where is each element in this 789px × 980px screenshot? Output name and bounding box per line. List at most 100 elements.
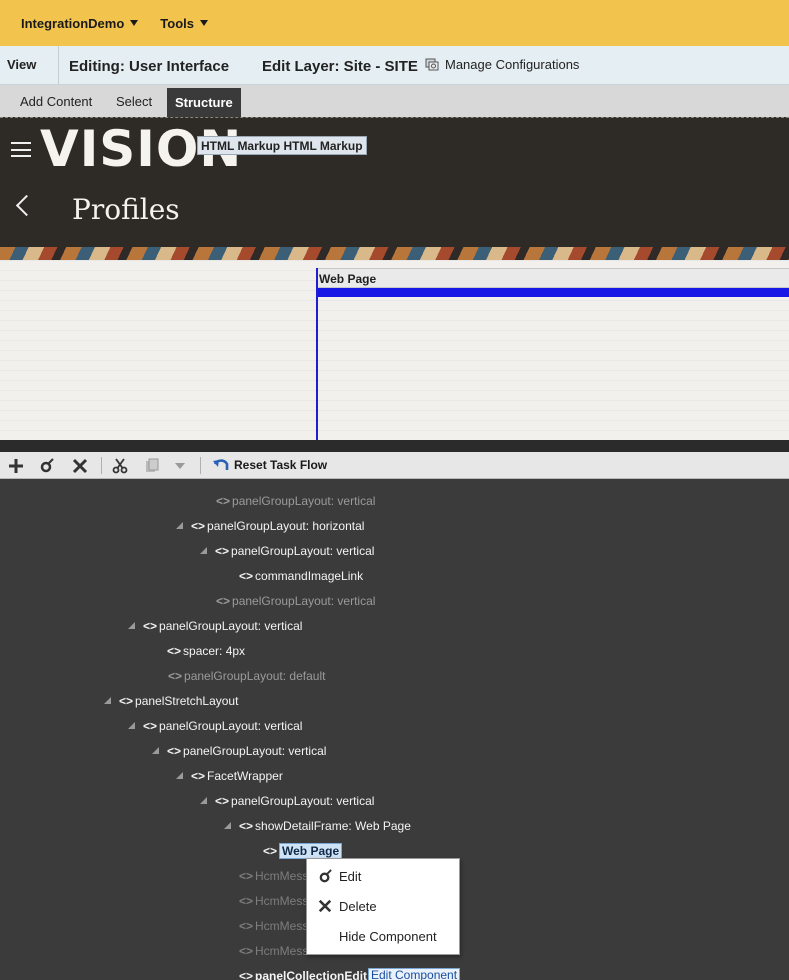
tree-node[interactable]: <> FacetWrapper (191, 766, 283, 786)
tree-node[interactable]: <> HcmMess (239, 941, 308, 961)
hidden-tag-icon: <> (216, 494, 231, 508)
back-chevron-icon[interactable] (15, 194, 38, 217)
tree-node[interactable]: <> panelGroupLayout: default (168, 666, 325, 686)
tab-select[interactable]: Select (116, 94, 152, 109)
expand-triangle-icon[interactable] (128, 622, 135, 629)
tree-node-label: panelGroupLayout: vertical (159, 619, 303, 633)
context-menu-hide-component[interactable]: Hide Component (307, 922, 459, 950)
add-icon[interactable] (7, 457, 25, 475)
edit-properties-icon[interactable] (38, 457, 56, 475)
tree-node[interactable]: <> panelStretchLayout (119, 691, 238, 711)
tree-node[interactable]: <> panelGroupLayout: vertical (143, 616, 302, 636)
reset-task-flow-button[interactable]: Reset Task Flow (213, 458, 327, 472)
context-menu-label: Edit (339, 868, 362, 884)
tag-icon: <> (239, 919, 254, 933)
context-menu-delete[interactable]: Delete (307, 892, 459, 920)
web-page-frame[interactable]: Web Page (316, 268, 789, 440)
expand-triangle-icon[interactable] (200, 547, 207, 554)
tree-node[interactable]: <> commandImageLink (239, 566, 363, 586)
site-header: VISION HTML Markup HTML Markup Profiles (0, 117, 789, 247)
tree-node[interactable]: <> showDetailFrame: Web Page (239, 816, 411, 836)
menu-tools[interactable]: Tools (160, 16, 208, 31)
menu-label: Tools (160, 15, 194, 31)
tree-node-label: panelGroupLayout: vertical (183, 744, 327, 758)
tag-icon: <> (239, 969, 254, 980)
tree-node[interactable]: <> panelGroupLayout: vertical (143, 716, 302, 736)
tree-node[interactable]: <> panelGroupLayout: vertical (167, 741, 326, 761)
tag-icon: <> (167, 644, 182, 658)
caret-down-icon (200, 20, 208, 26)
tag-icon: <> (167, 744, 182, 758)
tree-node-label: panelGroupLayout: vertical (231, 794, 375, 808)
delete-icon (317, 898, 333, 914)
tree-node-label: panelGroupLayout: vertical (159, 719, 303, 733)
edit-component-link[interactable]: Edit Component (368, 968, 461, 980)
caret-down-icon (130, 20, 139, 26)
menu-integrationdemo[interactable]: IntegrationDemo (21, 15, 139, 31)
tag-icon: <> (239, 894, 254, 908)
tree-node[interactable]: <> panelGroupLayout: vertical (215, 541, 374, 561)
tree-node[interactable]: <> panelGroupLayout: vertical (215, 791, 374, 811)
expand-triangle-icon[interactable] (104, 697, 111, 704)
hidden-tag-icon: <> (168, 669, 183, 683)
page-preview: Web Page (0, 260, 789, 440)
tree-node-label: HcmMess (255, 894, 309, 908)
tag-icon: <> (119, 694, 134, 708)
expand-triangle-icon[interactable] (176, 522, 183, 529)
cut-icon[interactable] (111, 457, 129, 475)
tree-node[interactable]: <> HcmMess (239, 866, 308, 886)
paste-icon[interactable] (143, 457, 161, 475)
divider (58, 46, 59, 85)
expand-triangle-icon[interactable] (152, 747, 159, 754)
manage-label: Manage Configurations (445, 57, 580, 72)
context-menu-edit[interactable]: Edit (307, 862, 459, 890)
view-menu[interactable]: View (7, 57, 36, 72)
edit-properties-icon (317, 868, 333, 884)
expand-triangle-icon[interactable] (200, 797, 207, 804)
tree-node[interactable]: <> HcmMess (239, 916, 308, 936)
paste-options-dropdown-icon[interactable] (171, 457, 189, 475)
tree-node[interactable]: <> spacer: 4px (167, 641, 245, 661)
tree-node-label: panelStretchLayout (135, 694, 239, 708)
tag-icon: <> (263, 844, 278, 858)
tree-node-label: panelGroupLayout: vertical (232, 494, 376, 508)
menu-label: IntegrationDemo (21, 15, 125, 31)
tree-node-label: spacer: 4px (183, 644, 246, 658)
delete-icon[interactable] (71, 457, 89, 475)
tree-node[interactable]: <> panelCollectionEdit (239, 966, 367, 980)
tag-icon: <> (239, 869, 254, 883)
expand-triangle-icon[interactable] (128, 722, 135, 729)
tag-icon: <> (143, 619, 158, 633)
editing-title: Editing: User Interface (69, 58, 230, 75)
tag-icon: <> (239, 819, 254, 833)
hamburger-menu-icon[interactable] (11, 142, 31, 157)
expand-triangle-icon[interactable] (224, 822, 231, 829)
configurations-icon (425, 58, 439, 70)
tree-node[interactable]: <> panelGroupLayout: horizontal (191, 516, 364, 536)
tree-node-label: HcmMess (255, 919, 309, 933)
tree-node[interactable]: <> HcmMess (239, 891, 308, 911)
tree-node[interactable]: <> panelGroupLayout: vertical (216, 491, 375, 511)
toolbar-divider (101, 457, 102, 474)
html-markup-component[interactable]: HTML Markup HTML Markup (197, 136, 367, 155)
tag-icon: <> (191, 769, 206, 783)
tree-node-label: HcmMess (255, 944, 309, 958)
decorative-banner-image (0, 247, 789, 260)
reset-label: Reset Task Flow (234, 458, 328, 472)
expand-triangle-icon[interactable] (176, 772, 183, 779)
manage-configurations-link[interactable]: Manage Configurations (425, 57, 579, 72)
page-title: Profiles (72, 193, 180, 226)
web-page-header: Web Page (318, 268, 789, 288)
top-menu-bar: IntegrationDemo Tools (0, 0, 789, 46)
tree-node-label: panelGroupLayout: default (184, 669, 326, 683)
divider (0, 440, 789, 452)
composer-tabs: Add Content Select Structure (0, 85, 789, 117)
tree-node-label: Web Page (279, 843, 343, 859)
tree-node[interactable]: <> panelGroupLayout: vertical (216, 591, 375, 611)
tab-structure[interactable]: Structure (167, 88, 241, 117)
undo-icon (213, 459, 229, 470)
editing-bar: View Editing: User Interface Edit Layer:… (0, 46, 789, 85)
tree-node-label: panelGroupLayout: horizontal (207, 519, 365, 533)
tag-icon: <> (191, 519, 206, 533)
tab-add-content[interactable]: Add Content (20, 94, 92, 109)
